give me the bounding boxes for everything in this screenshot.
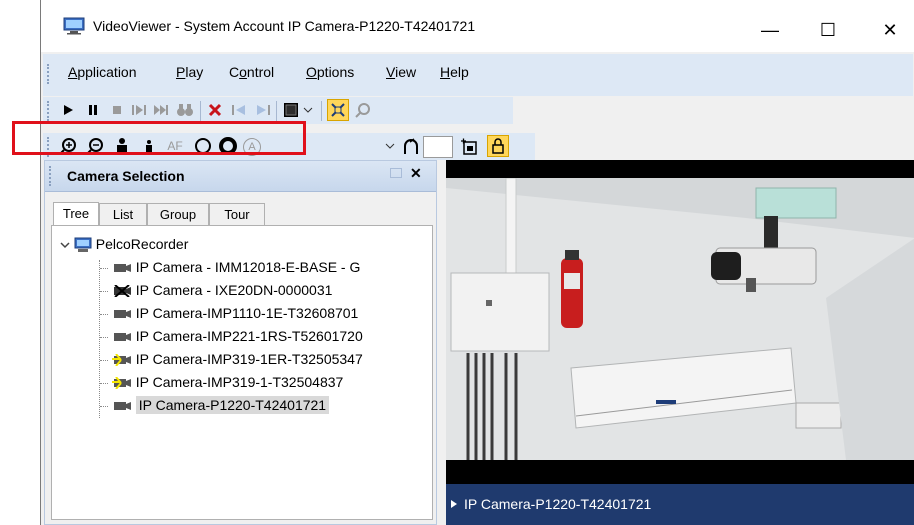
camera-icon <box>113 264 131 273</box>
menubar-grip <box>47 64 52 84</box>
pause-icon[interactable] <box>83 100 103 120</box>
play-indicator-icon <box>451 500 457 508</box>
camera-label: IP Camera - IXE20DN-0000031 <box>135 282 333 298</box>
toolbar-separator <box>200 101 201 121</box>
panel-header: Camera Selection ✕ <box>45 161 436 192</box>
tab-group[interactable]: Group <box>147 203 209 225</box>
maximize-button[interactable]: ☐ <box>805 10 851 50</box>
tab-list[interactable]: List <box>99 203 147 225</box>
panel-grip <box>49 166 54 186</box>
toolbar-separator <box>276 101 277 121</box>
menu-options[interactable]: Options <box>306 64 354 80</box>
close-button[interactable]: ✕ <box>867 10 913 50</box>
title-bar: VideoViewer - System Account IP Camera-P… <box>41 0 914 52</box>
step-forward-icon[interactable] <box>129 100 149 120</box>
menu-bar: Application Play Control Options View He… <box>43 54 913 96</box>
camera-alarm-icon <box>111 354 131 367</box>
layout-dropdown-icon[interactable] <box>301 100 315 120</box>
save-preset-icon[interactable] <box>459 136 479 156</box>
playback-toolbar <box>43 97 513 124</box>
menu-view[interactable]: View <box>386 64 416 80</box>
panel-close-button[interactable]: ✕ <box>410 165 422 182</box>
camera-video-feed[interactable] <box>446 178 914 460</box>
camera-icon <box>113 333 131 342</box>
toolbar-grip <box>47 101 52 121</box>
minimize-button[interactable]: — <box>747 10 793 50</box>
menu-application[interactable]: Application <box>68 64 137 80</box>
panel-title: Camera Selection <box>67 168 185 184</box>
camera-offline-icon <box>113 285 131 298</box>
tree-camera-item-selected[interactable]: IP Camera-P1220-T42401721 <box>100 396 330 414</box>
tab-tree[interactable]: Tree <box>53 202 99 226</box>
tree-camera-item[interactable]: IP Camera - IXE20DN-0000031 <box>100 282 332 298</box>
video-pane[interactable]: IP Camera-P1220-T42401721 <box>446 160 914 525</box>
stop-icon[interactable] <box>107 100 127 120</box>
camera-alarm-icon <box>111 377 131 390</box>
menu-help[interactable]: Help <box>440 64 469 80</box>
next-clip-icon[interactable] <box>253 100 273 120</box>
menu-play[interactable]: Play <box>176 64 203 80</box>
camera-label: IP Camera-IMP319-1-T32504837 <box>135 374 344 390</box>
menu-control[interactable]: Control <box>229 64 274 80</box>
panel-restore-icon[interactable] <box>390 168 402 178</box>
chevron-down-icon <box>60 242 70 249</box>
tree-camera-item[interactable]: IP Camera - IMM12018-E-BASE - G <box>100 259 360 275</box>
tab-tour[interactable]: Tour <box>209 203 265 225</box>
ptz-toolbar-highlight <box>12 121 306 155</box>
camera-icon <box>113 402 131 411</box>
tree-camera-item[interactable]: IP Camera-IMP221-1RS-T52601720 <box>100 328 363 344</box>
camera-tree: PelcoRecorder IP Camera - IMM12018-E-BAS… <box>51 225 433 520</box>
layout-icon[interactable] <box>281 100 301 120</box>
camera-label: IP Camera-IMP319-1ER-T32505347 <box>135 351 363 367</box>
previous-clip-icon[interactable] <box>229 100 249 120</box>
fast-forward-icon[interactable] <box>151 100 171 120</box>
recorder-label: PelcoRecorder <box>95 236 189 252</box>
window-title: VideoViewer - System Account IP Camera-P… <box>93 18 476 34</box>
camera-icon <box>113 310 131 319</box>
camera-label: IP Camera-P1220-T42401721 <box>135 396 330 414</box>
camera-label: IP Camera-IMP1110-1E-T32608701 <box>135 305 359 321</box>
camera-label: IP Camera-IMP221-1RS-T52601720 <box>135 328 363 344</box>
video-frame-image <box>446 178 914 460</box>
toolbar-separator <box>321 101 322 121</box>
zoom-search-icon[interactable] <box>353 100 373 120</box>
video-camera-label: IP Camera-P1220-T42401721 <box>464 496 652 512</box>
delete-icon[interactable] <box>205 100 225 120</box>
play-icon[interactable] <box>58 100 78 120</box>
lock-ptz-icon[interactable] <box>487 135 509 157</box>
preset-dropdown-icon[interactable] <box>383 136 397 156</box>
binoculars-icon[interactable] <box>175 100 195 120</box>
preset-number-input[interactable] <box>423 136 453 158</box>
app-monitor-icon <box>63 17 85 35</box>
tree-camera-item[interactable]: IP Camera-IMP319-1-T32504837 <box>100 374 343 390</box>
tree-camera-item[interactable]: IP Camera-IMP1110-1E-T32608701 <box>100 305 358 321</box>
camera-label: IP Camera - IMM12018-E-BASE - G <box>135 259 361 275</box>
fit-screen-icon[interactable] <box>327 99 349 121</box>
recorder-icon <box>74 237 92 253</box>
tree-root[interactable]: PelcoRecorder <box>60 236 188 253</box>
camera-selection-panel: Camera Selection ✕ Tree List Group Tour … <box>44 160 437 525</box>
tree-camera-item[interactable]: IP Camera-IMP319-1ER-T32505347 <box>100 351 363 367</box>
go-to-preset-icon[interactable] <box>401 136 421 156</box>
application-window: VideoViewer - System Account IP Camera-P… <box>40 0 914 525</box>
video-status-bar: IP Camera-P1220-T42401721 <box>446 484 914 525</box>
